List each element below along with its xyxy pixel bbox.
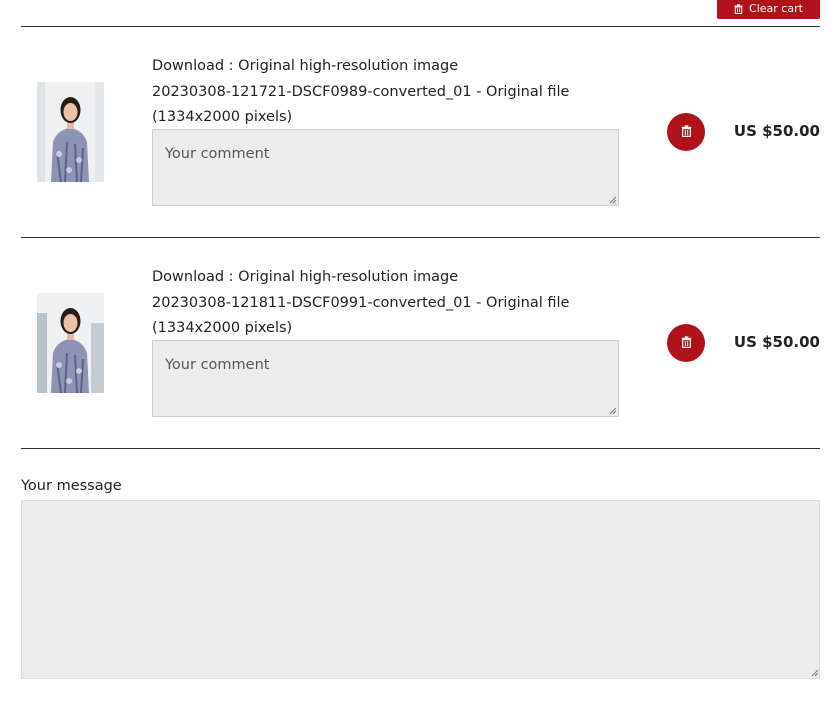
item-description-line: Download : Original high-resolution imag…: [152, 58, 459, 74]
trash-icon: [734, 3, 743, 14]
item-file-name: 20230308-121811-DSCF0991-converted_01 - …: [152, 294, 570, 311]
clear-cart-button[interactable]: Clear cart: [717, 0, 820, 19]
item-price: US $50.00: [733, 333, 820, 351]
resize-grip-icon[interactable]: [810, 668, 819, 677]
item-file-name: 20230308-121721-DSCF0989-converted_01 - …: [152, 83, 570, 100]
cart-item-row: Download : Original high-resolution imag…: [21, 27, 820, 238]
trash-icon: [681, 124, 692, 140]
trash-icon: [681, 335, 692, 351]
message-input[interactable]: [21, 500, 820, 679]
message-label: Your message: [21, 478, 122, 494]
cart-item-row: Download : Original high-resolution imag…: [21, 238, 820, 449]
item-description-line: Download : Original high-resolution imag…: [152, 269, 459, 285]
clear-cart-label: Clear cart: [749, 2, 803, 15]
cart-toolbar: Clear cart: [21, 0, 820, 27]
resize-grip-icon[interactable]: [608, 195, 617, 204]
item-thumbnail[interactable]: [37, 293, 104, 393]
item-description: Download : Original high-resolution imag…: [152, 265, 622, 342]
item-comment-input[interactable]: [152, 340, 619, 417]
remove-item-button[interactable]: [667, 113, 705, 151]
item-thumbnail[interactable]: [37, 82, 104, 182]
item-comment-input[interactable]: [152, 129, 619, 206]
item-dimensions: (1334x2000 pixels): [152, 109, 293, 125]
item-dimensions: (1334x2000 pixels): [152, 320, 293, 336]
item-description: Download : Original high-resolution imag…: [152, 54, 622, 131]
resize-grip-icon[interactable]: [608, 406, 617, 415]
item-price: US $50.00: [733, 122, 820, 140]
remove-item-button[interactable]: [667, 324, 705, 362]
